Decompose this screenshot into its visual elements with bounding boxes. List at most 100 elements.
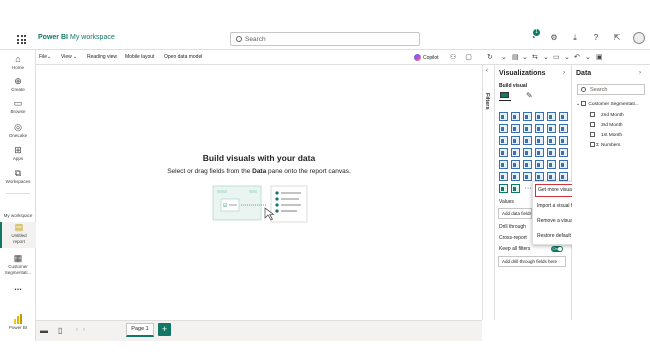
chevron-down-icon[interactable]: ⌄ (585, 53, 591, 61)
filters-pane-collapsed[interactable]: ‹ Filters (482, 65, 495, 320)
report-canvas[interactable]: Build visuals with your data Select or d… (36, 65, 482, 320)
app-launcher-icon[interactable] (17, 35, 26, 44)
line-column-chart-icon[interactable] (535, 124, 544, 133)
field-checkbox[interactable] (590, 122, 595, 127)
treemap-icon[interactable] (559, 136, 568, 145)
python-visual-icon[interactable] (559, 160, 568, 169)
settings-icon[interactable]: ⚙ (549, 32, 559, 44)
nav-more[interactable]: ... (0, 282, 36, 293)
view-chevron-icon[interactable]: ⌄ (73, 54, 77, 60)
scatter-chart-icon[interactable] (523, 136, 532, 145)
nav-apps[interactable]: ⊞ Apps (0, 145, 36, 162)
nav-home[interactable]: ⌂ Home (0, 54, 36, 71)
build-visual-tab[interactable] (499, 91, 511, 101)
reading-view-button[interactable]: Reading view (87, 54, 117, 60)
field-item[interactable]: 2nd Month (590, 112, 624, 118)
chevron-down-icon[interactable]: ⌄ (564, 53, 570, 61)
data-search-input[interactable]: Search (577, 84, 645, 95)
export-icon[interactable]: ▤ (512, 53, 519, 61)
chevron-right-icon[interactable]: › (563, 70, 565, 76)
chevron-left-icon[interactable]: ‹ (486, 68, 488, 74)
workspace-link[interactable]: My workspace (70, 34, 115, 41)
mobile-layout-button[interactable]: Mobile layout (125, 54, 154, 60)
table-icon[interactable] (523, 160, 532, 169)
nav-my-workspace[interactable]: My workspace (0, 202, 36, 219)
app-name[interactable]: Power BI (38, 34, 68, 41)
ribbon-chart-icon[interactable] (559, 124, 568, 133)
ai-icon[interactable]: ⚇ (450, 53, 456, 62)
smart-narrative-icon[interactable] (535, 172, 544, 181)
keep-all-filters-toggle[interactable]: On (551, 246, 563, 252)
mobile-layout-icon[interactable]: ▯ (58, 326, 62, 335)
prev-page-icon[interactable]: ‹ (76, 327, 78, 333)
decomposition-tree-icon[interactable] (511, 172, 520, 181)
matrix-icon[interactable] (535, 160, 544, 169)
table-node[interactable]: ⌄ Customer Segmentati... (576, 101, 639, 107)
add-page-button[interactable]: + (158, 323, 171, 336)
chevron-down-icon[interactable]: ⌄ (522, 53, 528, 61)
paginated-report-icon[interactable] (547, 172, 556, 181)
chevron-down-icon[interactable]: ⌄ (501, 53, 507, 61)
filled-map-icon[interactable] (511, 148, 520, 157)
file-menu[interactable]: File (39, 54, 47, 60)
desktop-layout-icon[interactable]: ▬ (40, 326, 48, 335)
notifications-icon[interactable]: ◔ 1 (528, 29, 540, 44)
area-chart-icon[interactable] (511, 124, 520, 133)
nav-create[interactable]: ⊕ Create (0, 76, 36, 93)
field-checkbox[interactable] (590, 132, 595, 137)
share-icon[interactable]: ⇱ (612, 32, 622, 44)
slicer-icon[interactable] (511, 160, 520, 169)
multi-row-card-icon[interactable] (559, 148, 568, 157)
qa-icon[interactable] (523, 172, 532, 181)
field-checkbox[interactable] (590, 112, 595, 117)
field-item[interactable]: Σ Numbers (590, 142, 620, 148)
help-icon[interactable]: ? (591, 32, 601, 44)
next-page-icon[interactable]: › (83, 327, 85, 333)
field-item[interactable]: 1st Month (590, 132, 622, 138)
metrics-icon[interactable] (511, 184, 520, 193)
clustered-bar-chart-icon[interactable] (523, 112, 532, 121)
line-chart-icon[interactable] (499, 124, 508, 133)
azure-map-icon[interactable] (523, 148, 532, 157)
kpi-icon[interactable] (499, 160, 508, 169)
drill-through-well[interactable]: Add drill-through fields here (498, 256, 566, 267)
100-bar-chart-icon[interactable] (547, 112, 556, 121)
power-apps-icon[interactable] (559, 172, 568, 181)
field-checkbox[interactable] (590, 142, 595, 147)
gauge-icon[interactable] (535, 148, 544, 157)
power-automate-icon[interactable] (499, 184, 508, 193)
card-icon[interactable] (547, 148, 556, 157)
open-data-model-button[interactable]: Open data model (164, 54, 202, 60)
nav-workspaces[interactable]: ⧉ Workspaces (0, 168, 36, 185)
format-visual-icon[interactable]: ✎ (526, 91, 533, 100)
view-menu[interactable]: View (61, 54, 72, 60)
undo-icon[interactable]: ↶ (574, 53, 580, 61)
chevron-down-icon[interactable]: ⌄ (543, 53, 549, 61)
present-icon[interactable]: ▭ (553, 53, 560, 61)
donut-chart-icon[interactable] (547, 136, 556, 145)
refresh-icon[interactable]: ↻ (487, 53, 493, 61)
clustered-column-chart-icon[interactable] (535, 112, 544, 121)
copilot-button[interactable]: Copilot (414, 54, 439, 61)
100-column-chart-icon[interactable] (559, 112, 568, 121)
waterfall-chart-icon[interactable] (499, 136, 508, 145)
nav-untitled-report[interactable]: ▤ Untitled report (0, 222, 36, 248)
save-icon[interactable]: ▣ (596, 53, 603, 61)
avatar[interactable] (633, 32, 645, 44)
comment-icon[interactable]: ▢ (465, 53, 472, 62)
nav-customer-segmentation[interactable]: ▦ Customer Segmentati... (0, 253, 36, 275)
chevron-right-icon[interactable]: › (639, 70, 641, 76)
search-input[interactable]: Search (230, 32, 420, 46)
r-visual-icon[interactable] (547, 160, 556, 169)
key-influencers-icon[interactable] (499, 172, 508, 181)
pie-chart-icon[interactable] (535, 136, 544, 145)
field-item[interactable]: 3rd Month (590, 122, 623, 128)
nav-powerbi[interactable]: Power BI (0, 314, 36, 331)
funnel-chart-icon[interactable] (511, 136, 520, 145)
line-clustered-column-chart-icon[interactable] (547, 124, 556, 133)
nav-onelake[interactable]: ◎ OneLake (0, 122, 36, 139)
values-well[interactable]: Add data fields here (498, 208, 532, 219)
share-icon[interactable]: ⇆ (532, 53, 538, 61)
download-icon[interactable]: ⤓ (570, 32, 580, 44)
file-chevron-icon[interactable]: ⌄ (47, 54, 51, 60)
